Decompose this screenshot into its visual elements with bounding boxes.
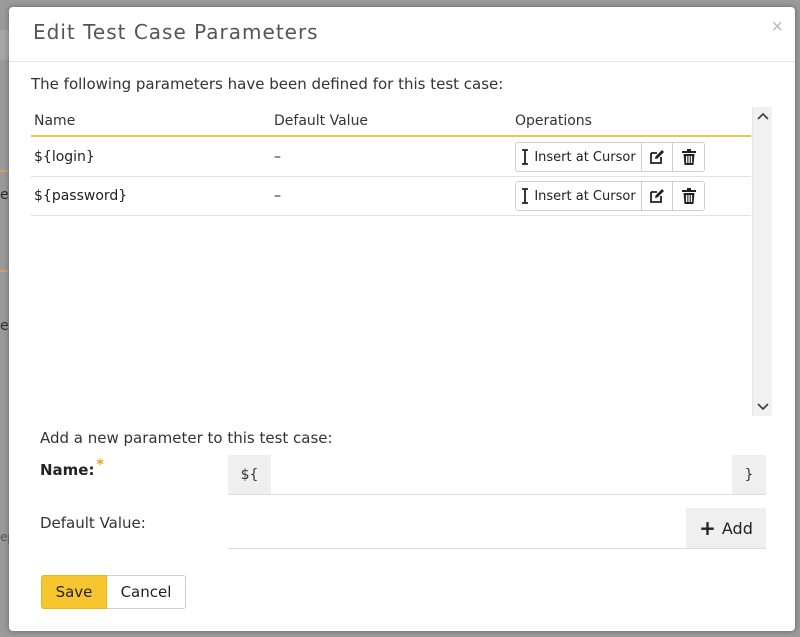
parameter-name: ${login}: [34, 149, 95, 165]
delete-parameter-button[interactable]: [673, 142, 705, 172]
delete-parameter-button[interactable]: [673, 181, 705, 211]
parameter-name: ${password}: [34, 188, 128, 204]
name-field-label: Name: *: [40, 457, 104, 479]
name-label-text: Name:: [40, 461, 95, 479]
parameter-default-value: –: [274, 149, 281, 165]
add-parameter-button[interactable]: + Add: [686, 508, 766, 548]
text-cursor-icon: [522, 149, 529, 165]
name-prefix-addon: ${: [228, 455, 271, 494]
edit-icon: [650, 189, 664, 203]
table-row: ${login} – Insert at Cursor: [31, 138, 751, 177]
table-scrollbar[interactable]: [752, 107, 772, 416]
default-value-input[interactable]: [228, 508, 686, 548]
column-header-operations: Operations: [515, 113, 592, 129]
insert-at-cursor-button[interactable]: Insert at Cursor: [515, 181, 642, 211]
insert-at-cursor-label: Insert at Cursor: [534, 188, 636, 204]
name-suffix-addon: }: [732, 455, 766, 494]
column-header-default-value: Default Value: [274, 113, 369, 129]
close-icon[interactable]: ×: [771, 17, 783, 37]
intro-text: The following parameters have been defin…: [31, 75, 504, 93]
column-header-name: Name: [34, 113, 76, 129]
insert-at-cursor-button[interactable]: Insert at Cursor: [515, 142, 642, 172]
chevron-up-icon[interactable]: [753, 107, 773, 125]
add-parameter-heading: Add a new parameter to this test case:: [40, 429, 333, 447]
parameter-default-value: –: [274, 188, 281, 204]
text-cursor-icon: [522, 188, 529, 204]
default-value-label: Default Value:: [40, 514, 146, 532]
parameter-name-input[interactable]: [271, 455, 732, 494]
insert-at-cursor-label: Insert at Cursor: [534, 149, 636, 165]
required-marker: *: [96, 457, 104, 473]
save-button[interactable]: Save: [41, 575, 107, 609]
edit-parameters-dialog: Edit Test Case Parameters × The followin…: [9, 7, 795, 631]
dialog-title: Edit Test Case Parameters: [33, 20, 319, 44]
table-header: Name Default Value Operations: [31, 107, 751, 137]
edit-parameter-button[interactable]: [642, 181, 673, 211]
parameters-table: Name Default Value Operations ${login} –…: [31, 107, 772, 416]
trash-icon: [681, 188, 696, 204]
trash-icon: [681, 149, 696, 165]
edit-parameter-button[interactable]: [642, 142, 673, 172]
table-row: ${password} – Insert at Cursor: [31, 177, 751, 216]
row-operations: Insert at Cursor: [515, 142, 705, 172]
default-value-input-group: + Add: [228, 508, 766, 549]
dialog-header: Edit Test Case Parameters ×: [9, 7, 795, 62]
background-edge-text: e: [0, 318, 9, 334]
name-input-group: ${ }: [228, 455, 766, 495]
plus-icon: +: [699, 516, 716, 540]
footer-buttons: Save Cancel: [41, 575, 186, 609]
chevron-down-icon[interactable]: [753, 398, 773, 416]
add-button-label: Add: [721, 518, 753, 538]
cancel-button[interactable]: Cancel: [107, 575, 186, 609]
row-operations: Insert at Cursor: [515, 181, 705, 211]
edit-icon: [650, 150, 664, 164]
